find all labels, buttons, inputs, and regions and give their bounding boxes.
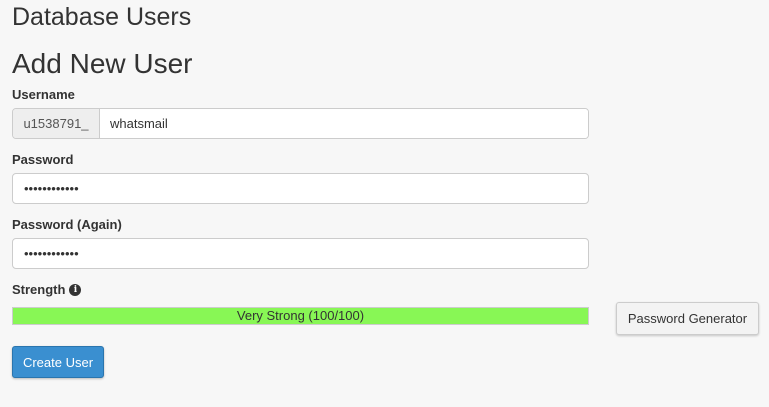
page-title: Database Users <box>12 3 192 31</box>
password-generator-button[interactable]: Password Generator <box>616 302 759 335</box>
create-user-button[interactable]: Create User <box>12 346 104 378</box>
password-label: Password <box>12 152 74 167</box>
username-input[interactable] <box>100 109 588 138</box>
strength-text: Very Strong (100/100) <box>236 308 365 323</box>
password-input[interactable] <box>12 173 589 204</box>
strength-label-row: Strength i <box>12 282 82 298</box>
username-label: Username <box>12 87 75 102</box>
username-input-group: u1538791_ <box>12 108 589 139</box>
strength-meter: Very Strong (100/100) <box>12 307 589 325</box>
password-again-label: Password (Again) <box>12 217 122 232</box>
info-icon[interactable]: i <box>69 284 82 296</box>
add-database-user-page: Database Users Add New User Username u15… <box>0 0 769 407</box>
section-title: Add New User <box>12 48 193 79</box>
password-again-input[interactable] <box>12 238 589 269</box>
username-prefix: u1538791_ <box>13 109 100 138</box>
strength-label: Strength <box>12 282 66 297</box>
